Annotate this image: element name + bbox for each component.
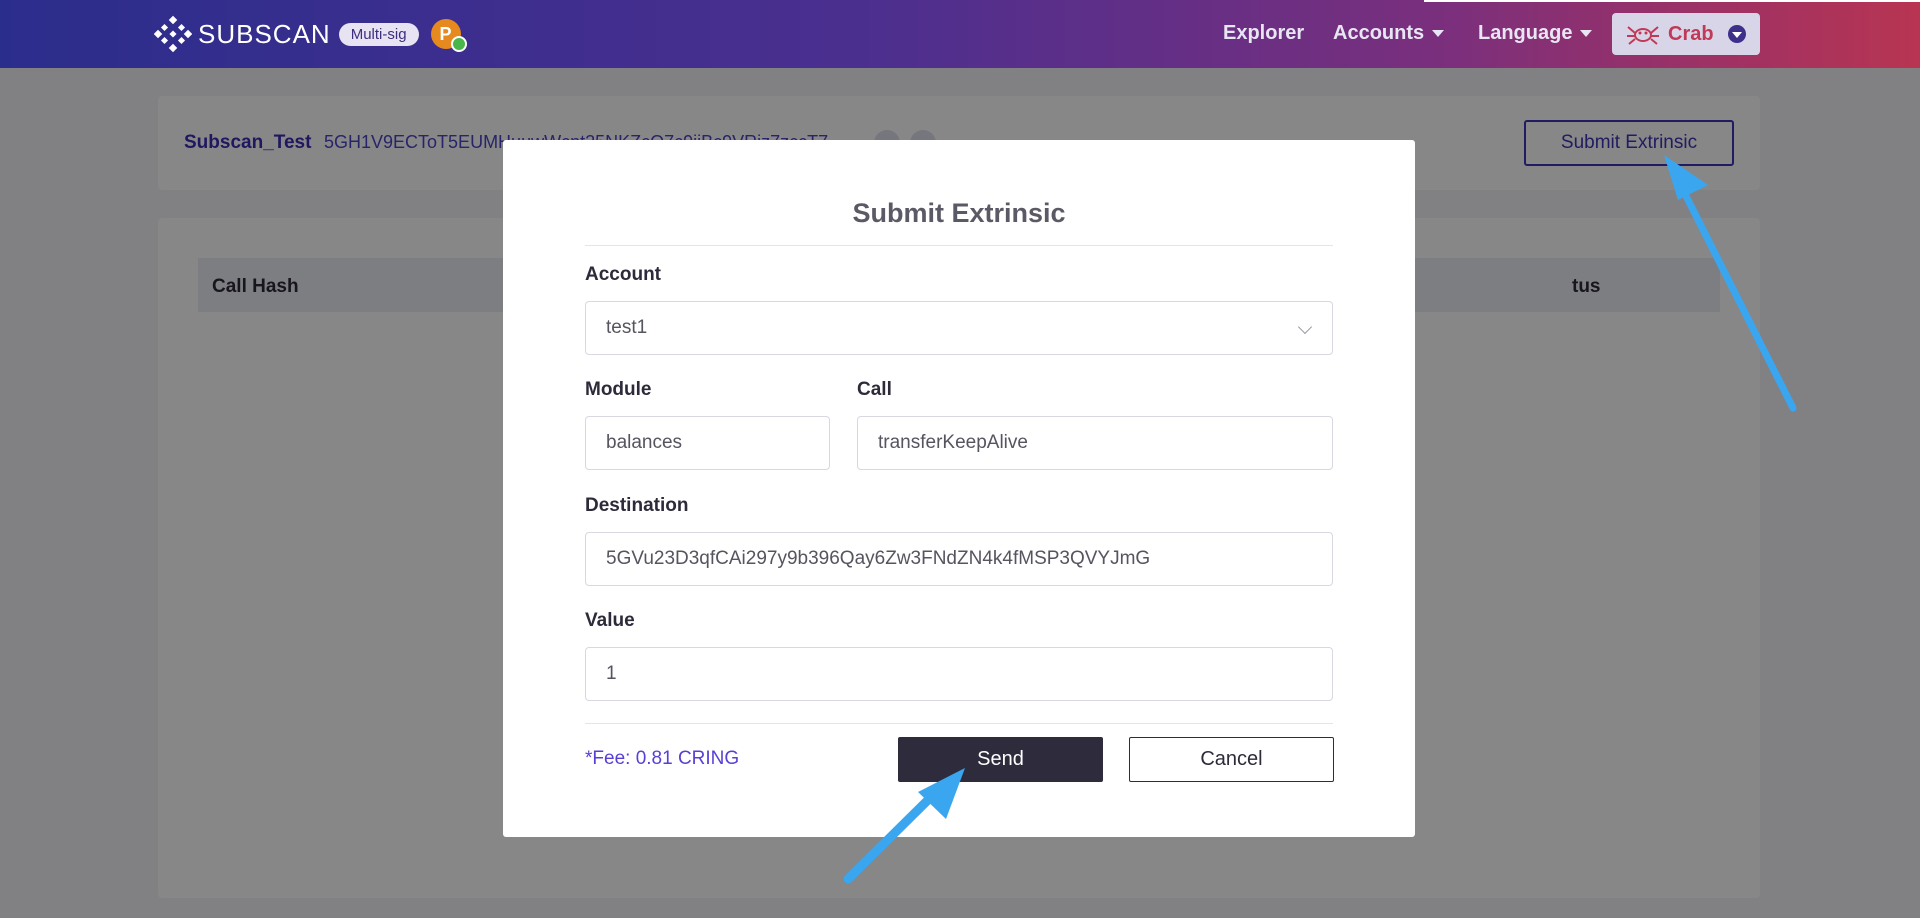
fee-text: *Fee: 0.81 CRING xyxy=(585,748,740,769)
multisig-badge: Multi-sig xyxy=(338,22,419,46)
nav-language-label: Language xyxy=(1478,22,1573,44)
account-label: Account xyxy=(585,264,661,285)
subscan-logo-icon xyxy=(154,15,192,53)
value-label: Value xyxy=(585,610,635,631)
submit-extrinsic-modal: Submit Extrinsic Account test1 Module ba… xyxy=(503,140,1415,837)
nav-accounts[interactable]: Accounts xyxy=(1333,22,1445,45)
caret-down-icon xyxy=(1580,30,1593,37)
top-edge-strip xyxy=(1424,0,1920,2)
network-name: Crab xyxy=(1668,22,1714,45)
destination-input[interactable]: 5GVu23D3qfCAi297y9b396Qay6Zw3FNdZN4k4fMS… xyxy=(585,532,1333,586)
verified-check-icon xyxy=(450,36,467,52)
module-input-value: balances xyxy=(606,432,683,453)
destination-input-value: 5GVu23D3qfCAi297y9b396Qay6Zw3FNdZN4k4fMS… xyxy=(606,548,1151,569)
chevron-down-icon xyxy=(1728,25,1746,43)
caret-down-icon xyxy=(1432,30,1445,37)
logo-text: SUBSCAN xyxy=(198,18,331,49)
polkadot-icon[interactable]: P xyxy=(430,19,467,52)
nav-explorer-label: Explorer xyxy=(1223,22,1305,44)
call-label: Call xyxy=(857,379,892,400)
modal-title: Submit Extrinsic xyxy=(852,198,1066,228)
cancel-button[interactable]: Cancel xyxy=(1129,737,1334,782)
top-navbar: SUBSCAN Multi-sig P Explorer Accounts La… xyxy=(0,0,1920,68)
nav-language[interactable]: Language xyxy=(1478,22,1593,45)
destination-label: Destination xyxy=(585,495,689,516)
crab-icon xyxy=(1627,26,1659,45)
value-input-value: 1 xyxy=(606,663,617,684)
nav-accounts-label: Accounts xyxy=(1333,22,1425,44)
chevron-down-icon xyxy=(1297,319,1313,335)
divider xyxy=(585,245,1333,246)
logo[interactable]: SUBSCAN Multi-sig P xyxy=(154,15,467,53)
polkadot-letter: P xyxy=(439,23,452,44)
call-input[interactable]: transferKeepAlive xyxy=(857,416,1333,470)
account-select[interactable]: test1 xyxy=(585,301,1333,355)
call-input-value: transferKeepAlive xyxy=(878,432,1028,453)
divider xyxy=(585,723,1333,724)
nav-explorer[interactable]: Explorer xyxy=(1223,22,1304,45)
network-selector[interactable]: Crab xyxy=(1612,13,1760,55)
account-select-value: test1 xyxy=(606,317,648,338)
module-input[interactable]: balances xyxy=(585,416,830,470)
module-label: Module xyxy=(585,379,652,400)
value-input[interactable]: 1 xyxy=(585,647,1333,701)
send-button[interactable]: Send xyxy=(898,737,1103,782)
